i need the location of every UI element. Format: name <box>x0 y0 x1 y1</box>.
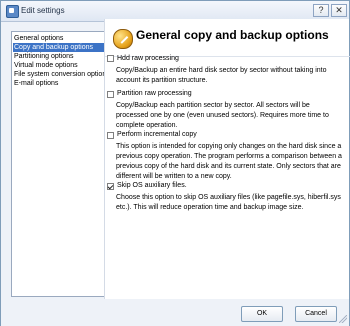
perform-incremental-copy-description: This option is intended for copying only… <box>116 143 342 180</box>
settings-icon <box>6 5 19 18</box>
partition-raw-processing-label[interactable]: Partition raw processing <box>117 90 192 97</box>
sidebar-item-email-options[interactable]: E-mail options <box>13 79 105 88</box>
perform-incremental-copy-checkbox[interactable] <box>107 132 114 139</box>
close-button[interactable]: ✕ <box>331 4 347 17</box>
sidebar-item-copy-and-backup-options[interactable]: Copy and backup options <box>13 43 105 52</box>
help-button[interactable]: ? <box>313 4 329 17</box>
sidebar-item-file-system-conversion-options[interactable]: File system conversion options <box>13 70 105 79</box>
dialog-footer: OK Cancel <box>1 299 349 326</box>
settings-category-list[interactable]: General options Copy and backup options … <box>11 31 106 297</box>
ok-button[interactable]: OK <box>241 306 283 322</box>
cancel-button[interactable]: Cancel <box>295 306 337 322</box>
edit-settings-window: Edit settings ? ✕ General options Copy a… <box>0 0 350 326</box>
partition-raw-processing-checkbox[interactable] <box>107 91 114 98</box>
checkmark-badge-icon <box>113 29 133 49</box>
hdd-raw-processing-label[interactable]: Hdd raw processing <box>117 55 179 62</box>
partition-raw-processing-description: Copy/Backup each partition sector by sec… <box>116 102 329 129</box>
sidebar-item-virtual-mode-options[interactable]: Virtual mode options <box>13 61 105 70</box>
window-title: Edit settings <box>21 6 65 15</box>
resize-grip-icon[interactable] <box>339 315 347 323</box>
skip-os-auxiliary-files-label[interactable]: Skip OS auxiliary files. <box>117 182 187 189</box>
hdd-raw-processing-description: Copy/Backup an entire hard disk sector b… <box>116 67 327 84</box>
copy-backup-options-panel: General copy and backup options Hdd raw … <box>104 19 350 299</box>
perform-incremental-copy-label[interactable]: Perform incremental copy <box>117 131 197 138</box>
hdd-raw-processing-checkbox[interactable] <box>107 55 114 62</box>
sidebar-item-general-options[interactable]: General options <box>13 34 105 43</box>
panel-title: General copy and backup options <box>136 28 329 42</box>
skip-os-auxiliary-files-description: Choose this option to skip OS auxiliary … <box>116 194 341 211</box>
skip-os-auxiliary-files-checkbox[interactable] <box>107 183 114 190</box>
sidebar-item-partitioning-options[interactable]: Partitioning options <box>13 52 105 61</box>
